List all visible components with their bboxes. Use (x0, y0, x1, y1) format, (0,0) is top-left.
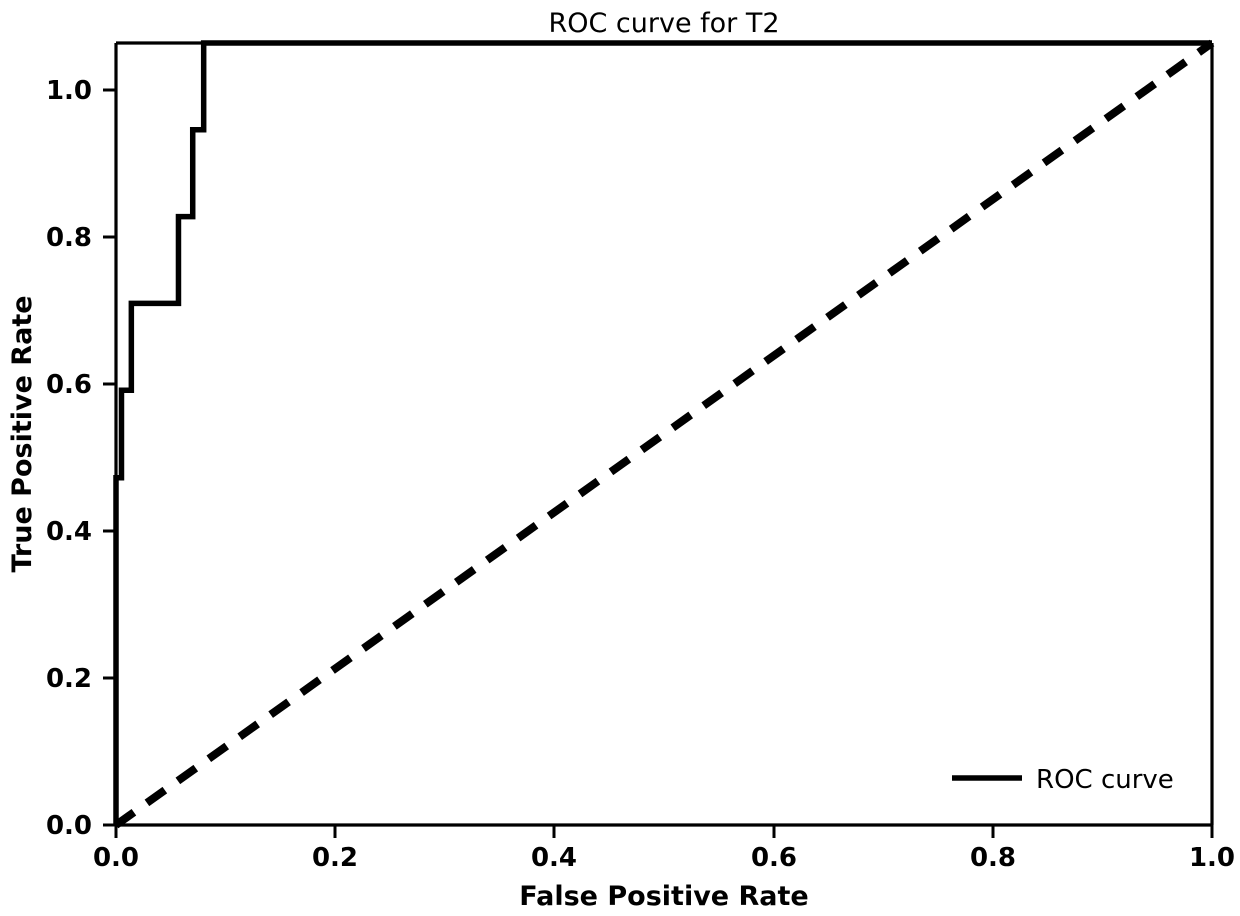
legend-label-roc-curve: ROC curve (1036, 765, 1174, 795)
x-tick-label: 0.8 (970, 843, 1016, 873)
page-title: ROC curve for T2 (548, 8, 779, 39)
x-axis-label: False Positive Rate (519, 881, 809, 912)
y-tick-label: 0.4 (46, 517, 92, 547)
x-tick-label: 1.0 (1189, 843, 1235, 873)
y-tick-label: 1.0 (46, 76, 92, 106)
y-axis-tick-labels: 0.0 0.2 0.4 0.6 0.8 1.0 (46, 76, 92, 841)
y-axis-label: True Positive Rate (7, 295, 38, 572)
x-tick-label: 0.4 (531, 843, 577, 873)
x-tick-label: 0.6 (751, 843, 797, 873)
y-tick-label: 0.0 (46, 811, 92, 841)
x-tick-label: 0.2 (312, 843, 358, 873)
x-axis-tick-labels: 0.0 0.2 0.4 0.6 0.8 1.0 (93, 843, 1235, 873)
x-axis-ticks (114, 825, 1214, 838)
y-tick-label: 0.2 (46, 664, 92, 694)
y-tick-label: 0.6 (46, 370, 92, 400)
roc-figure: ROC curve for T2 0.0 0.2 0.4 0.6 0.8 1.0 (0, 0, 1240, 916)
y-tick-label: 0.8 (46, 223, 92, 253)
roc-chart-canvas: ROC curve for T2 0.0 0.2 0.4 0.6 0.8 1.0 (7, 8, 1235, 912)
x-tick-label: 0.0 (93, 843, 139, 873)
